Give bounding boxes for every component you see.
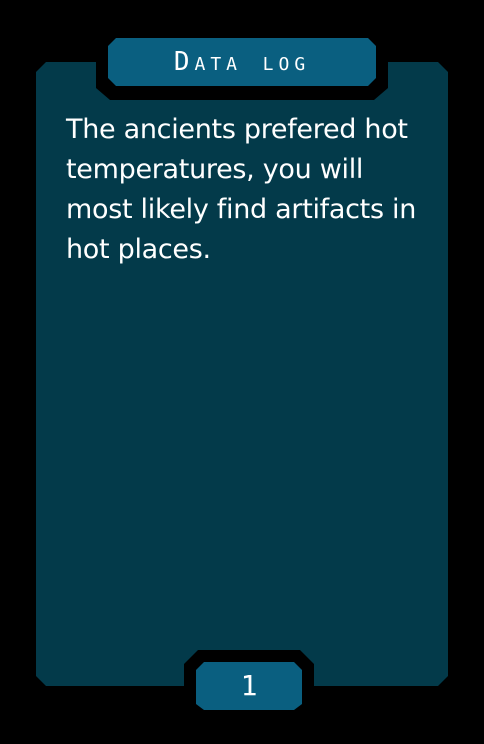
card-body-text: The ancients prefered hot temperatures, … [66,114,417,265]
data-log-card: Data log The ancients prefered hot tempe… [0,0,484,744]
card-title: Data log [173,47,311,77]
page-number: 1 [240,669,258,702]
